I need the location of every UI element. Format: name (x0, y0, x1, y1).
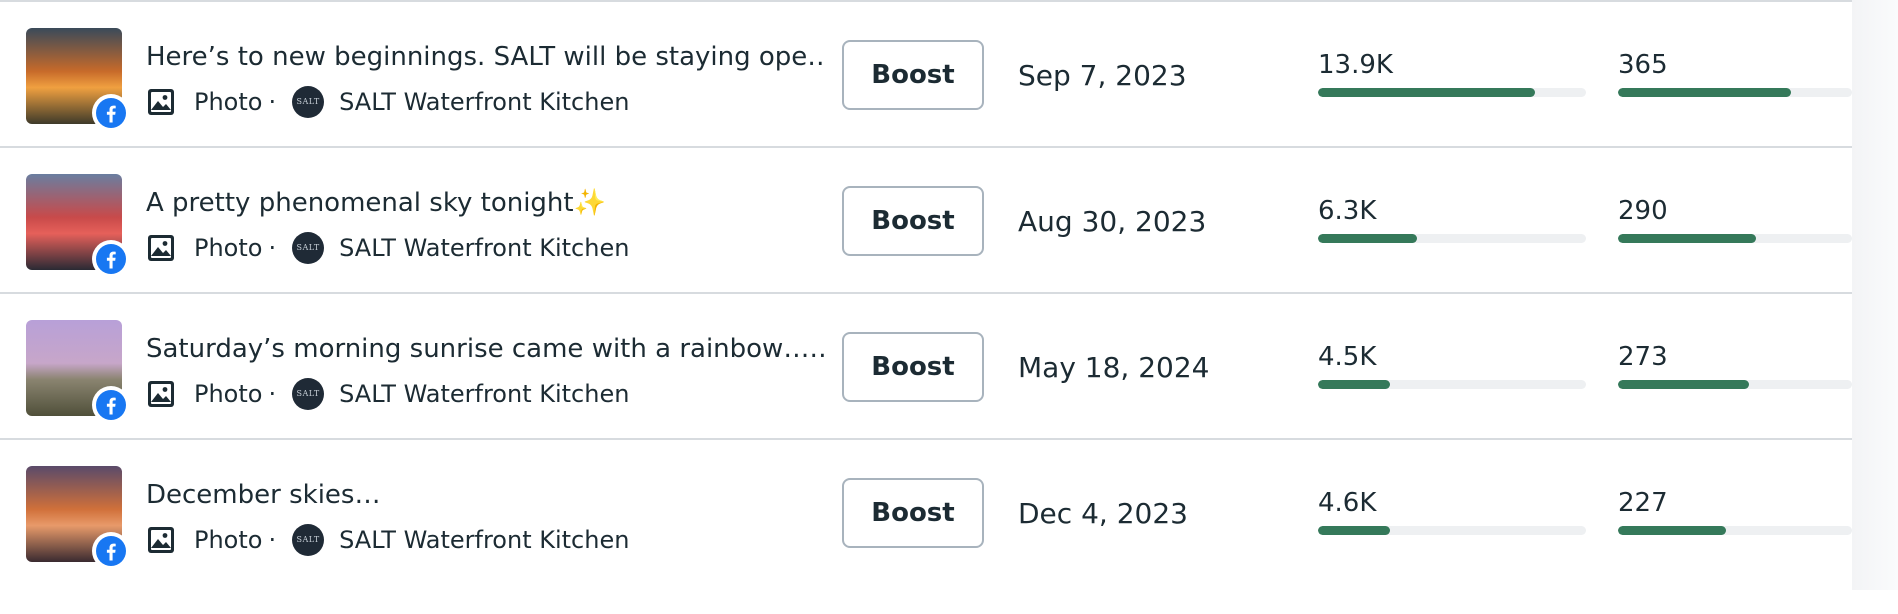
posts-table: Here’s to new beginnings. SALT will be s… (0, 0, 1852, 584)
facebook-icon (92, 386, 130, 424)
reach-bar-fill (1318, 526, 1391, 535)
page-avatar: SALT (292, 86, 325, 118)
engagement-value: 227 (1618, 488, 1668, 518)
engagement-bar-track (1618, 526, 1852, 535)
engagement-bar-track (1618, 234, 1852, 243)
engagement-bar-track (1618, 88, 1852, 97)
reach-value: 4.5K (1318, 342, 1377, 372)
page-name: SALT Waterfront Kitchen (339, 380, 630, 408)
page-avatar: SALT (292, 232, 325, 264)
table-row[interactable]: Saturday’s morning sunrise came with a r… (0, 294, 1852, 440)
engagement-value: 273 (1618, 342, 1668, 372)
photo-icon (146, 233, 176, 263)
engagement-value: 290 (1618, 196, 1668, 226)
table-row[interactable]: Here’s to new beginnings. SALT will be s… (0, 2, 1852, 148)
photo-icon (146, 525, 176, 555)
engagement-value: 365 (1618, 50, 1668, 80)
engagement-bar-track (1618, 380, 1852, 389)
post-meta: Photo · SALT SALT Waterfront Kitchen (146, 230, 629, 266)
table-row[interactable]: A pretty phenomenal sky tonight✨ Photo ·… (0, 148, 1852, 294)
post-date: May 18, 2024 (1018, 351, 1210, 384)
post-type-label: Photo (194, 234, 263, 262)
boost-button[interactable]: Boost (842, 186, 984, 256)
boost-button[interactable]: Boost (842, 478, 984, 548)
boost-button[interactable]: Boost (842, 40, 984, 110)
reach-value: 13.9K (1318, 50, 1393, 80)
reach-bar-fill (1318, 380, 1391, 389)
reach-metric: 4.6K (1318, 488, 1586, 535)
meta-separator: · (268, 526, 277, 554)
post-title[interactable]: Saturday’s morning sunrise came with a r… (146, 332, 826, 366)
page-name: SALT Waterfront Kitchen (339, 526, 630, 554)
meta-separator: · (268, 88, 277, 116)
reach-bar-track (1318, 380, 1586, 389)
engagement-metric: 365 (1618, 50, 1852, 97)
engagement-bar-fill (1618, 88, 1792, 97)
reach-bar-track (1318, 234, 1586, 243)
photo-icon (146, 379, 176, 409)
engagement-bar-fill (1618, 234, 1757, 243)
page-avatar: SALT (292, 524, 325, 556)
reach-metric: 13.9K (1318, 50, 1586, 97)
engagement-metric: 227 (1618, 488, 1852, 535)
engagement-metric: 290 (1618, 196, 1852, 243)
facebook-icon (92, 94, 130, 132)
post-type-label: Photo (194, 526, 263, 554)
reach-bar-track (1318, 88, 1586, 97)
boost-button[interactable]: Boost (842, 332, 984, 402)
table-row[interactable]: December skies… Photo · SALT SALT Waterf… (0, 440, 1852, 584)
post-type-label: Photo (194, 380, 263, 408)
meta-separator: · (268, 380, 277, 408)
reach-value: 4.6K (1318, 488, 1377, 518)
page-name: SALT Waterfront Kitchen (339, 88, 630, 116)
post-type-label: Photo (194, 88, 263, 116)
reach-bar-fill (1318, 88, 1536, 97)
facebook-icon (92, 532, 130, 570)
page-name: SALT Waterfront Kitchen (339, 234, 630, 262)
reach-metric: 6.3K (1318, 196, 1586, 243)
post-meta: Photo · SALT SALT Waterfront Kitchen (146, 376, 629, 412)
engagement-bar-fill (1618, 526, 1726, 535)
post-meta: Photo · SALT SALT Waterfront Kitchen (146, 84, 629, 120)
reach-metric: 4.5K (1318, 342, 1586, 389)
reach-bar-fill (1318, 234, 1418, 243)
post-date: Sep 7, 2023 (1018, 59, 1187, 92)
reach-value: 6.3K (1318, 196, 1377, 226)
post-title[interactable]: December skies… (146, 478, 826, 512)
photo-icon (146, 87, 176, 117)
reach-bar-track (1318, 526, 1586, 535)
post-title[interactable]: A pretty phenomenal sky tonight✨ (146, 186, 826, 220)
posts-table-page: Here’s to new beginnings. SALT will be s… (0, 0, 1898, 614)
post-title[interactable]: Here’s to new beginnings. SALT will be s… (146, 40, 826, 74)
post-meta: Photo · SALT SALT Waterfront Kitchen (146, 522, 629, 558)
engagement-bar-fill (1618, 380, 1750, 389)
post-date: Dec 4, 2023 (1018, 497, 1188, 530)
meta-separator: · (268, 234, 277, 262)
page-avatar: SALT (292, 378, 325, 410)
post-date: Aug 30, 2023 (1018, 205, 1207, 238)
facebook-icon (92, 240, 130, 278)
scroll-edge-shadow (1852, 0, 1898, 590)
engagement-metric: 273 (1618, 342, 1852, 389)
